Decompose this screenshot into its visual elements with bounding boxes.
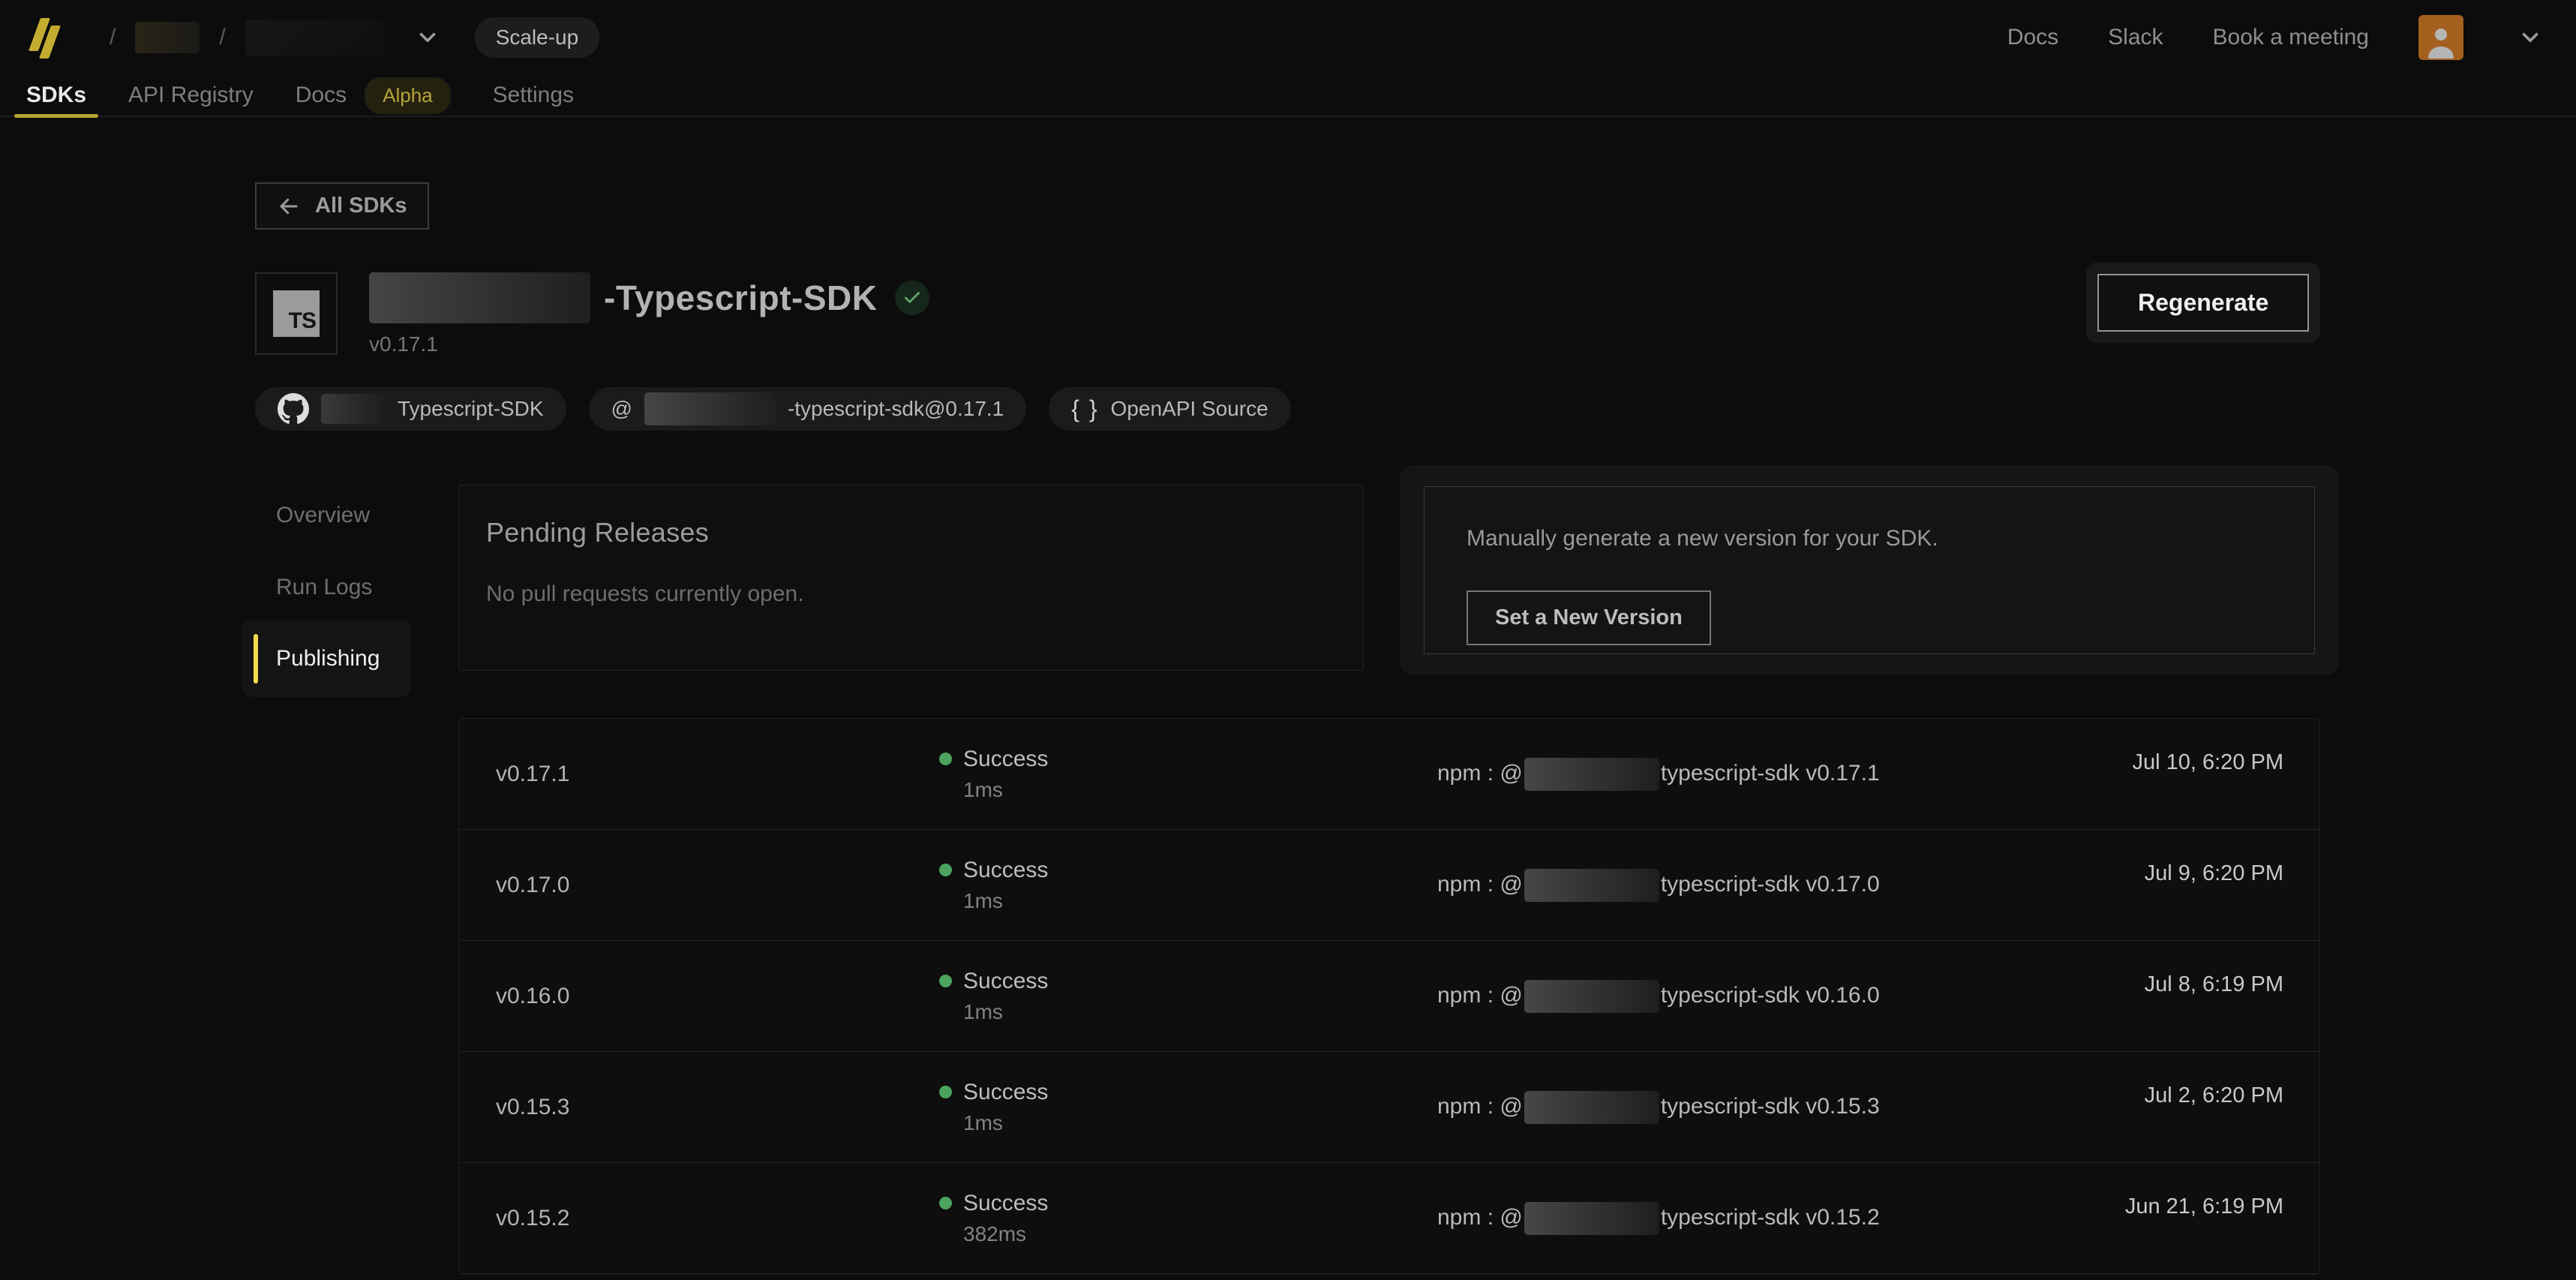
status-duration: 1ms [963, 778, 1419, 802]
redacted-block [1524, 980, 1659, 1013]
release-date: Jul 2, 6:20 PM [1899, 1052, 2319, 1108]
typescript-logo-icon: TS [255, 272, 338, 355]
account-chevron-down-icon[interactable] [2517, 25, 2543, 50]
top-nav: / / Scale-up Docs Slack Book a meeting [0, 0, 2576, 75]
release-version: v0.17.1 [459, 762, 909, 787]
tab-docs[interactable]: Docs Alpha [296, 74, 451, 116]
tab-settings[interactable]: Settings [493, 74, 574, 116]
npm-package-badge[interactable]: @ -typescript-sdk@0.17.1 [589, 387, 1027, 431]
redacted-block [1524, 758, 1659, 791]
top-nav-right: Docs Slack Book a meeting [2007, 15, 2543, 60]
active-indicator-bar [254, 634, 258, 684]
release-date: Jun 21, 6:19 PM [1899, 1163, 2319, 1219]
pending-releases-empty-message: No pull requests currently open. [486, 581, 1336, 607]
status-label: Success [963, 969, 1048, 994]
brand-logo-icon[interactable] [33, 18, 59, 57]
redacted-sdk-name-prefix [369, 272, 590, 323]
new-version-description: Manually generate a new version for your… [1467, 526, 2272, 551]
status-label: Success [963, 747, 1048, 772]
release-target: npm : @typescript-sdk v0.17.1 [1419, 758, 1899, 791]
regenerate-wrap: Regenerate [2086, 263, 2320, 343]
redacted-block [1524, 1202, 1659, 1235]
new-version-card: Manually generate a new version for your… [1400, 465, 2339, 675]
all-sdks-back-button[interactable]: All SDKs [255, 182, 429, 230]
release-version: v0.16.0 [459, 984, 909, 1009]
tab-sdks[interactable]: SDKs [26, 74, 86, 116]
sdk-header: TS -Typescript-SDK v0.17.1 [255, 272, 929, 356]
success-dot-icon [939, 975, 952, 987]
table-row[interactable]: v0.17.1 Success 1ms npm : @typescript-sd… [459, 719, 2319, 830]
set-new-version-button[interactable]: Set a New Version [1467, 590, 1711, 645]
arrow-left-icon [278, 195, 300, 218]
redacted-workspace-name [245, 20, 385, 56]
redacted-org-name [135, 22, 200, 53]
status-duration: 1ms [963, 889, 1419, 913]
release-target: npm : @typescript-sdk v0.15.2 [1419, 1202, 1899, 1235]
table-row[interactable]: v0.17.0 Success 1ms npm : @typescript-sd… [459, 830, 2319, 941]
avatar[interactable] [2418, 15, 2463, 60]
release-status: Success 1ms [909, 969, 1419, 1024]
braces-icon: { } [1071, 395, 1098, 423]
plan-badge: Scale-up [475, 17, 600, 58]
table-row[interactable]: v0.16.0 Success 1ms npm : @typescript-sd… [459, 941, 2319, 1052]
release-date: Jul 9, 6:20 PM [1899, 830, 2319, 886]
redacted-block [321, 394, 386, 424]
pending-releases-card: Pending Releases No pull requests curren… [458, 485, 1364, 671]
sidebar-item-run-logs[interactable]: Run Logs [276, 575, 372, 600]
redacted-block [644, 392, 776, 425]
status-duration: 1ms [963, 1111, 1419, 1135]
release-target: npm : @typescript-sdk v0.16.0 [1419, 980, 1899, 1013]
success-dot-icon [939, 753, 952, 765]
sdk-name: -Typescript-SDK [604, 278, 877, 318]
person-icon [2423, 21, 2459, 60]
success-dot-icon [939, 1197, 952, 1209]
release-status: Success 1ms [909, 1080, 1419, 1135]
pending-releases-title: Pending Releases [486, 517, 1336, 548]
regenerate-button[interactable]: Regenerate [2097, 274, 2309, 332]
release-status: Success 1ms [909, 858, 1419, 913]
sdk-version: v0.17.1 [369, 332, 929, 356]
workspace-chevron-down-icon[interactable] [415, 25, 440, 50]
table-row[interactable]: v0.15.2 Success 382ms npm : @typescript-… [459, 1163, 2319, 1274]
app-root: / / Scale-up Docs Slack Book a meeting [0, 0, 2576, 1280]
table-row[interactable]: v0.15.3 Success 1ms npm : @typescript-sd… [459, 1052, 2319, 1163]
openapi-source-badge[interactable]: { } OpenAPI Source [1049, 387, 1290, 431]
sidebar-item-overview[interactable]: Overview [276, 503, 370, 528]
release-version: v0.15.2 [459, 1206, 909, 1231]
nav-link-docs[interactable]: Docs [2007, 25, 2058, 50]
sdk-badges: Typescript-SDK @ -typescript-sdk@0.17.1 … [255, 387, 1291, 431]
primary-tabbar: SDKs API Registry Docs Alpha Settings [0, 75, 2576, 117]
tab-api-registry[interactable]: API Registry [128, 74, 254, 116]
sidebar-item-publishing[interactable]: Publishing [242, 620, 411, 697]
github-icon [278, 393, 309, 425]
release-target: npm : @typescript-sdk v0.17.0 [1419, 869, 1899, 902]
status-label: Success [963, 1080, 1048, 1105]
github-repo-badge[interactable]: Typescript-SDK [255, 387, 566, 431]
release-version: v0.15.3 [459, 1095, 909, 1120]
breadcrumb-separator: / [110, 25, 116, 50]
success-dot-icon [939, 864, 952, 876]
status-duration: 382ms [963, 1222, 1419, 1246]
status-duration: 1ms [963, 1000, 1419, 1024]
status-label: Success [963, 858, 1048, 883]
nav-link-book-meeting[interactable]: Book a meeting [2213, 25, 2369, 50]
status-label: Success [963, 1191, 1048, 1216]
release-date: Jul 8, 6:19 PM [1899, 941, 2319, 997]
release-status: Success 382ms [909, 1191, 1419, 1246]
redacted-block [1524, 869, 1659, 902]
release-date: Jul 10, 6:20 PM [1899, 719, 2319, 775]
release-version: v0.17.0 [459, 873, 909, 898]
breadcrumb-separator: / [219, 25, 225, 50]
release-target: npm : @typescript-sdk v0.15.3 [1419, 1091, 1899, 1124]
nav-link-slack[interactable]: Slack [2108, 25, 2163, 50]
alpha-badge: Alpha [365, 77, 451, 114]
verified-check-icon [895, 281, 929, 315]
redacted-block [1524, 1091, 1659, 1124]
releases-table: v0.17.1 Success 1ms npm : @typescript-sd… [458, 718, 2320, 1275]
success-dot-icon [939, 1086, 952, 1098]
release-status: Success 1ms [909, 747, 1419, 802]
